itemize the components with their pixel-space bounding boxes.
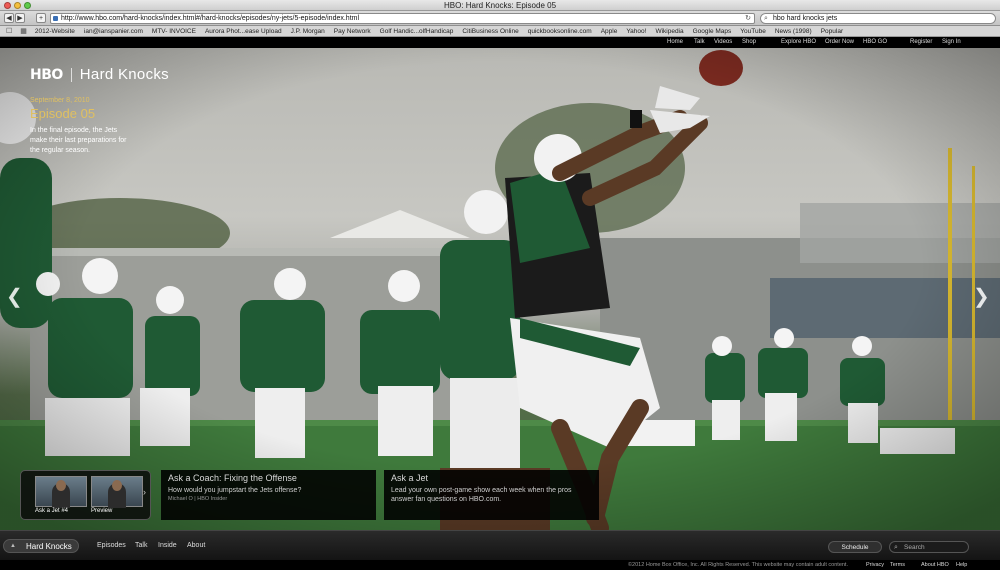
site-search-input[interactable]: ⌕ Search: [889, 541, 969, 553]
bookmark-item[interactable]: Wikipedia: [655, 28, 683, 35]
nav-link-register[interactable]: Register: [910, 37, 932, 48]
promo-title: Ask a Coach: Fixing the Offense: [168, 473, 297, 483]
browser-toolbar: ◀ ▶ + http://www.hbo.com/hard-knocks/ind…: [0, 11, 1000, 26]
bookmark-item[interactable]: YouTube: [740, 28, 766, 35]
logo-divider: [70, 67, 72, 82]
close-window-button[interactable]: [4, 2, 11, 9]
nav-link-videos[interactable]: Videos: [714, 37, 732, 48]
bookmark-item[interactable]: quickbooksonline.com: [528, 28, 592, 35]
footer-link-about[interactable]: About: [187, 542, 205, 549]
video-thumbnail[interactable]: [35, 476, 87, 508]
bookmark-item[interactable]: Pay Network: [334, 28, 371, 35]
reading-list-icon[interactable]: ☐: [6, 27, 12, 35]
browser-search-value: hbo hard knocks jets: [773, 15, 838, 22]
promo-byline: Michael O | HBO Insider: [168, 496, 228, 502]
schedule-button[interactable]: Schedule: [828, 541, 882, 553]
nav-link-hbo-go[interactable]: HBO GO: [863, 37, 887, 48]
bookmark-item[interactable]: CitiBusiness Online: [462, 28, 518, 35]
show-logo[interactable]: HBO Hard Knocks: [30, 66, 169, 83]
window-titlebar: HBO: Hard Knocks: Episode 05: [0, 0, 1000, 11]
triangle-up-icon: ▲: [10, 543, 16, 549]
episode-date: September 8, 2010: [30, 97, 90, 104]
nav-link-sign-in[interactable]: Sign In: [942, 37, 961, 48]
add-bookmark-button[interactable]: +: [36, 13, 46, 23]
video-label[interactable]: Ask a Jet #4: [35, 508, 68, 514]
top-sites-grid-icon[interactable]: ▦: [20, 27, 27, 35]
hbo-top-nav: Home Talk Videos Shop Explore HBO Order …: [0, 37, 1000, 48]
bookmark-item[interactable]: 2012-Website: [35, 28, 75, 35]
footer-link-talk[interactable]: Talk: [135, 542, 147, 549]
bookmark-item[interactable]: ian@ianspanier.com: [84, 28, 143, 35]
legal-link-help[interactable]: Help: [956, 560, 967, 570]
zoom-window-button[interactable]: [24, 2, 31, 9]
hbo-logo: HBO: [30, 66, 63, 83]
video-label[interactable]: Preview: [91, 508, 112, 514]
promo-ask-a-jet[interactable]: Ask a Jet Lead your own post-game show e…: [384, 470, 599, 520]
footer-link-inside[interactable]: Inside: [158, 542, 177, 549]
plus-icon: +: [38, 15, 44, 22]
promo-body: Lead your own post-game show each week w…: [391, 487, 572, 503]
episode-description: In the final episode, the Jets make thei…: [30, 127, 127, 154]
nav-link-order-now[interactable]: Order Now: [825, 37, 854, 48]
bookmark-item[interactable]: Golf Handic...olfHandicap: [380, 28, 454, 35]
browser-search-field[interactable]: ⌕ hbo hard knocks jets: [760, 13, 996, 24]
back-arrow-icon: ◀: [6, 15, 12, 22]
bookmark-item[interactable]: Yahoo!: [626, 28, 646, 35]
bookmark-item[interactable]: Apple: [601, 28, 618, 35]
copyright-text: ©2012 Home Box Office, Inc. All Rights R…: [628, 562, 848, 568]
next-arrow-icon[interactable]: ❯: [973, 284, 990, 309]
bookmark-item[interactable]: Aurora Phot...ease Upload: [205, 28, 282, 35]
legal-link-about-hbo[interactable]: About HBO: [921, 560, 949, 570]
nav-link-talk[interactable]: Talk: [694, 37, 705, 48]
thumbnail-face: [112, 480, 122, 491]
reload-icon[interactable]: ↻: [745, 14, 751, 23]
video-carousel: Ask a Jet #4 Preview ›: [20, 470, 151, 520]
bookmark-item[interactable]: MTV- INVOICE: [152, 28, 196, 35]
carousel-next-icon[interactable]: ›: [143, 487, 146, 497]
footer-link-episodes[interactable]: Episodes: [97, 542, 126, 549]
back-button[interactable]: ◀: [4, 13, 14, 23]
bookmark-item[interactable]: Google Maps: [693, 28, 732, 35]
minimize-window-button[interactable]: [14, 2, 21, 9]
site-favicon-icon: [53, 16, 58, 21]
window-title: HBO: Hard Knocks: Episode 05: [443, 1, 557, 10]
promo-body: How would you jumpstart the Jets offense…: [168, 487, 302, 494]
show-home-button[interactable]: ▲ Hard Knocks: [3, 539, 79, 553]
show-title: Hard Knocks: [79, 66, 169, 83]
bookmark-item[interactable]: News (1998): [775, 28, 812, 35]
legal-bar: ©2012 Home Box Office, Inc. All Rights R…: [0, 560, 1000, 570]
hero-photo: [0, 48, 1000, 530]
legal-link-terms[interactable]: Terms: [890, 560, 905, 570]
search-icon: ⌕: [764, 15, 768, 22]
address-bar[interactable]: http://www.hbo.com/hard-knocks/index.htm…: [50, 13, 755, 24]
bookmark-item[interactable]: Popular: [821, 28, 843, 35]
forward-button[interactable]: ▶: [15, 13, 25, 23]
bookmark-item[interactable]: J.P. Morgan: [291, 28, 325, 35]
promo-ask-a-coach[interactable]: Ask a Coach: Fixing the Offense How woul…: [161, 470, 376, 520]
forward-arrow-icon: ▶: [17, 15, 23, 22]
previous-arrow-icon[interactable]: ❮: [6, 284, 23, 309]
show-home-label: Hard Knocks: [26, 542, 72, 551]
hero-stage: HBO Hard Knocks September 8, 2010 Episod…: [0, 48, 1000, 530]
search-icon: ⌕: [894, 544, 898, 551]
nav-link-shop[interactable]: Shop: [742, 37, 756, 48]
legal-link-privacy[interactable]: Privacy: [866, 560, 884, 570]
nav-link-explore-hbo[interactable]: Explore HBO: [781, 37, 816, 48]
nav-link-home[interactable]: Home: [667, 37, 683, 48]
bookmarks-bar: ☐ ▦ 2012-Website ian@ianspanier.com MTV-…: [0, 26, 1000, 37]
episode-title: Episode 05: [30, 106, 96, 121]
address-url: http://www.hbo.com/hard-knocks/index.htm…: [61, 15, 360, 22]
video-thumbnail[interactable]: [91, 476, 143, 508]
thumbnail-face: [56, 480, 66, 491]
show-footer-bar: ▲ Hard Knocks Episodes Talk Inside About…: [0, 530, 1000, 560]
window-controls: [4, 2, 31, 9]
site-search-placeholder: Search: [904, 544, 925, 551]
promo-title: Ask a Jet: [391, 473, 429, 483]
